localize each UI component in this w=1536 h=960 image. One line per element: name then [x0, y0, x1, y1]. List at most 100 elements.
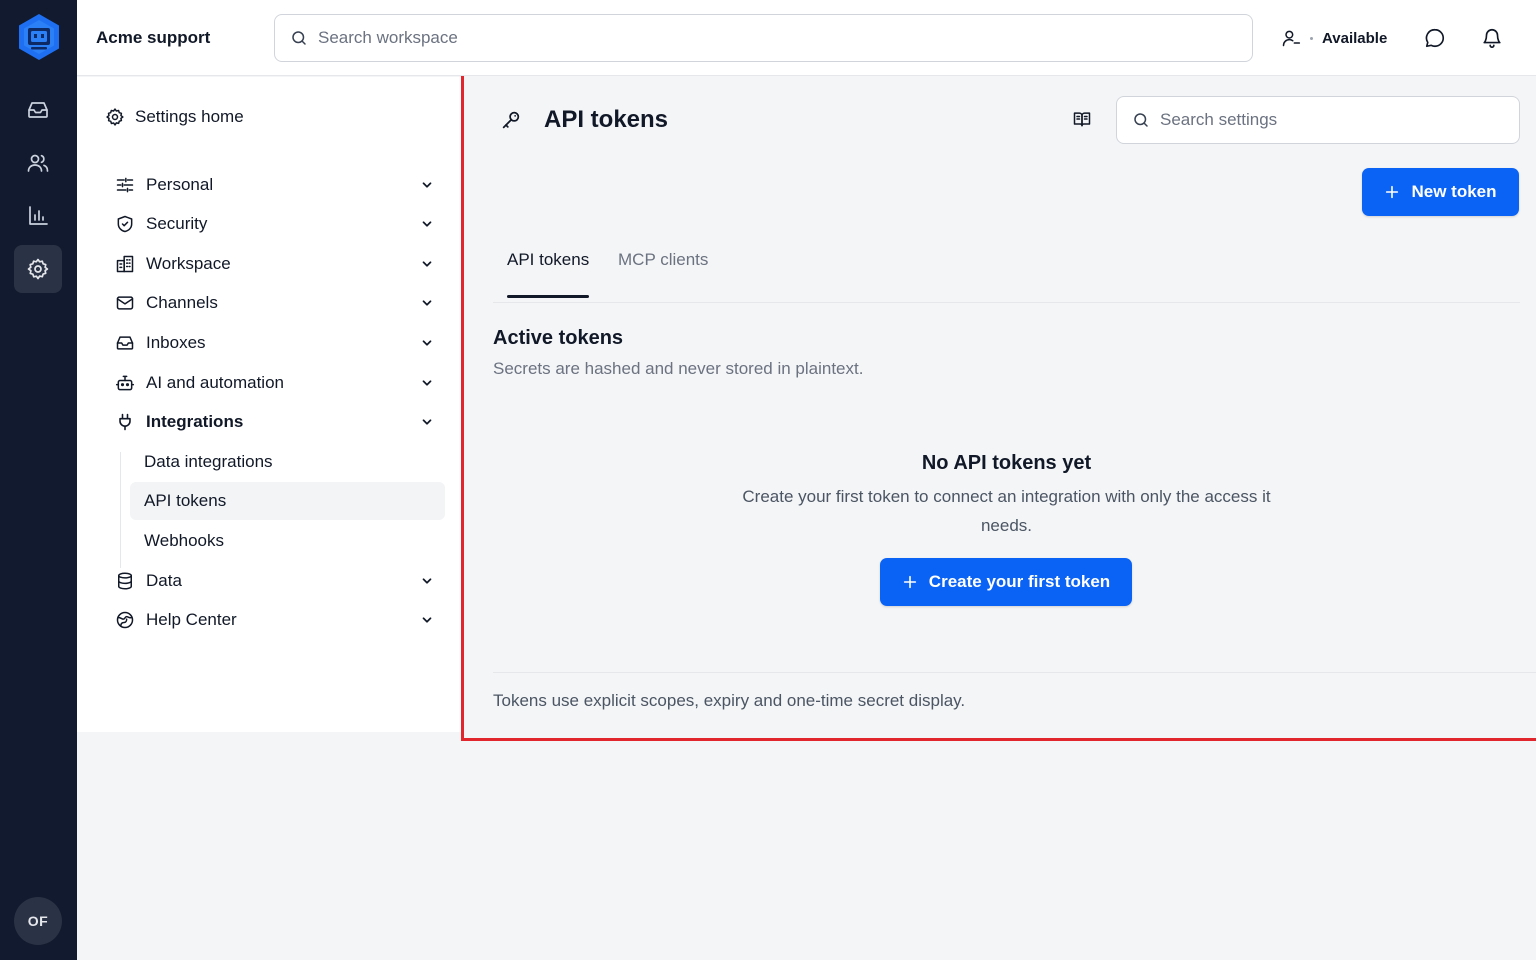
footer-note: Tokens use explicit scopes, expiry and o…	[493, 691, 966, 710]
sidebar-subitem-data-integrations[interactable]: Data integrations	[130, 443, 445, 481]
sidebar-item-security[interactable]: Security	[115, 210, 435, 238]
active-tab-indicator	[507, 295, 590, 298]
sidebar-item-label: AI and automation	[146, 373, 284, 392]
sidebar-item-ai-automation[interactable]: AI and automation	[115, 369, 435, 397]
tab-label: API tokens	[507, 250, 590, 269]
chevron-down-icon	[422, 380, 432, 386]
chevron-down-icon	[422, 419, 432, 425]
tab-label: MCP clients	[618, 250, 709, 269]
sidebar-item-data[interactable]: Data	[115, 567, 435, 595]
settings-search-input[interactable]	[1160, 110, 1500, 130]
shield-icon	[117, 215, 133, 233]
bell-icon	[1483, 29, 1501, 48]
page-header: API tokens	[500, 106, 668, 134]
settings-sidebar: Settings home Personal Security Workspac…	[77, 77, 461, 732]
availability-status[interactable]: Available	[1281, 26, 1387, 50]
globe-icon	[116, 611, 134, 629]
tab-api-tokens[interactable]: API tokens	[507, 250, 590, 298]
gear-icon	[27, 258, 49, 280]
book-open-icon	[1073, 112, 1091, 127]
app-logo[interactable]	[14, 12, 64, 62]
mail-icon	[116, 296, 134, 310]
tab-mcp-clients[interactable]: MCP clients	[618, 250, 708, 290]
logo-icon	[19, 14, 59, 60]
search-icon	[1134, 113, 1148, 127]
chevron-down-icon	[422, 182, 432, 188]
docs-button[interactable]	[1071, 108, 1093, 130]
new-token-button[interactable]: New token	[1362, 168, 1519, 216]
chevron-down-icon	[422, 617, 432, 623]
chevron-down-icon	[422, 578, 432, 584]
chevron-down-icon	[422, 300, 432, 306]
empty-state-description: Create your first token to connect an in…	[742, 487, 1271, 535]
top-bar: Acme support Available	[77, 0, 1536, 76]
rail-inbox-button[interactable]	[14, 86, 62, 134]
building-icon	[116, 255, 134, 273]
status-dot	[1310, 36, 1313, 40]
chat-bubble-icon	[1425, 28, 1444, 48]
rail-contacts-button[interactable]	[14, 139, 62, 187]
bar-chart-icon	[29, 206, 48, 225]
token-tabs: API tokens MCP clients	[493, 236, 1520, 303]
sidebar-item-label: Personal	[146, 175, 214, 194]
sidebar-item-integrations[interactable]: Integrations	[115, 408, 435, 436]
inbox-icon	[116, 336, 134, 350]
database-icon	[118, 572, 132, 590]
rail-reports-button[interactable]	[14, 192, 62, 240]
users-icon	[27, 154, 49, 172]
key-icon	[502, 111, 520, 129]
sidebar-item-inboxes[interactable]: Inboxes	[115, 329, 435, 357]
new-token-label: New token	[1411, 182, 1497, 201]
status-label: Available	[1322, 29, 1388, 47]
gear-icon	[106, 108, 124, 126]
avatar-initials: OF	[27, 913, 49, 929]
create-first-token-button[interactable]: Create your first token	[880, 558, 1132, 606]
user-icon	[1282, 30, 1301, 47]
rail-settings-button[interactable]	[14, 245, 62, 293]
empty-state-title: No API tokens yet	[921, 452, 1092, 474]
bot-icon	[115, 375, 135, 391]
footer-divider	[493, 672, 1536, 673]
chat-button[interactable]	[1423, 26, 1447, 50]
chevron-down-icon	[422, 221, 432, 227]
sidebar-subitem-label: Webhooks	[144, 531, 225, 550]
plus-icon	[1386, 185, 1399, 199]
settings-search[interactable]	[1116, 96, 1520, 144]
sidebar-item-label: Inboxes	[146, 333, 206, 352]
sidebar-subitem-label: API tokens	[144, 491, 227, 510]
sidebar-item-label: Workspace	[146, 254, 231, 273]
sidebar-subitem-api-tokens[interactable]: API tokens	[130, 482, 445, 520]
sidebar-item-label: Security	[146, 214, 208, 233]
sidebar-subitem-webhooks[interactable]: Webhooks	[130, 522, 445, 560]
section-title: Active tokens	[493, 327, 624, 349]
page-title: API tokens	[544, 106, 669, 133]
workspace-search-input[interactable]	[318, 28, 1198, 48]
sidebar-item-help-center[interactable]: Help Center	[115, 606, 435, 634]
notifications-button[interactable]	[1480, 26, 1504, 50]
search-icon	[292, 31, 306, 45]
workspace-search[interactable]	[274, 14, 1253, 62]
submenu-guide-line	[120, 452, 121, 568]
sidebar-item-label: Channels	[146, 293, 218, 312]
app-rail: OF	[0, 0, 77, 960]
sidebar-subitem-label: Data integrations	[144, 452, 273, 471]
sidebar-item-label: Help Center	[146, 610, 237, 629]
inbox-icon	[28, 102, 48, 118]
plug-icon	[119, 413, 131, 431]
sidebar-item-label: Data	[146, 571, 182, 590]
sidebar-item-workspace[interactable]: Workspace	[115, 250, 435, 278]
section-subtitle: Secrets are hashed and never stored in p…	[493, 359, 864, 378]
sliders-icon	[116, 177, 134, 193]
user-avatar[interactable]: OF	[14, 897, 62, 945]
plus-icon	[903, 575, 916, 589]
settings-home-label: Settings home	[135, 107, 244, 126]
chevron-down-icon	[422, 261, 432, 267]
settings-home-link[interactable]: Settings home	[105, 105, 244, 129]
sidebar-item-channels[interactable]: Channels	[115, 289, 435, 317]
chevron-down-icon	[422, 340, 432, 346]
create-first-token-label: Create your first token	[928, 572, 1111, 591]
sidebar-item-label: Integrations	[146, 412, 244, 431]
api-tokens-panel: API tokens New token API tokens MCP clie…	[461, 76, 1536, 741]
workspace-name[interactable]: Acme support	[96, 28, 210, 48]
sidebar-item-personal[interactable]: Personal	[115, 171, 435, 199]
